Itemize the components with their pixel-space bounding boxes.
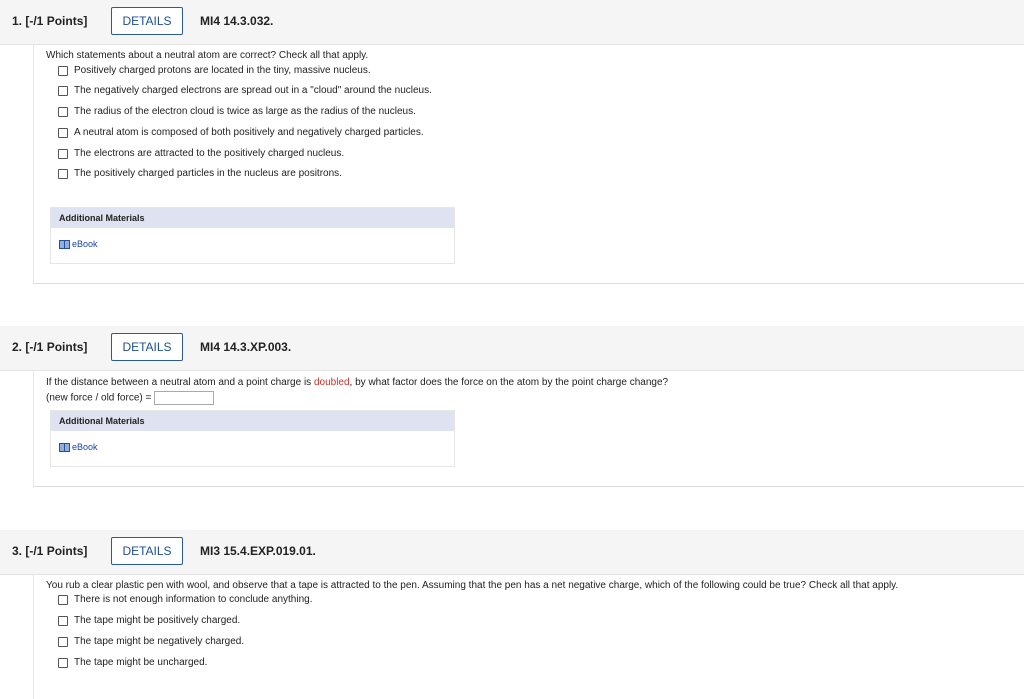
answer-input[interactable] (154, 391, 215, 405)
question-3-option-1[interactable]: There is not enough information to concl… (58, 594, 313, 605)
question-1-option-4[interactable]: A neutral atom is composed of both posit… (58, 127, 424, 138)
question-3-option-4[interactable]: The tape might be uncharged. (58, 657, 207, 668)
checkbox[interactable] (58, 65, 68, 76)
question-3-option-2[interactable]: The tape might be positively charged. (58, 615, 240, 626)
question-1-header: 1. [-/1 Points] DETAILS MI4 14.3.032. (0, 0, 1024, 45)
question-3-header: 3. [-/1 Points] DETAILS MI3 15.4.EXP.019… (0, 530, 1024, 575)
book-icon (59, 239, 70, 249)
question-2-body: If the distance between a neutral atom a… (33, 370, 1024, 487)
checkbox[interactable] (58, 148, 68, 159)
checkbox[interactable] (58, 594, 68, 605)
question-3-option-3[interactable]: The tape might be negatively charged. (58, 636, 244, 647)
checkbox[interactable] (58, 636, 68, 647)
checkbox[interactable] (58, 168, 68, 179)
ebook-link[interactable]: eBook (59, 442, 98, 452)
question-1-option-3[interactable]: The radius of the electron cloud is twic… (58, 106, 416, 117)
checkbox[interactable] (58, 657, 68, 668)
question-2-header: 2. [-/1 Points] DETAILS MI4 14.3.XP.003. (0, 326, 1024, 371)
answer-label: (new force / old force) = (46, 392, 152, 404)
ebook-link[interactable]: eBook (59, 239, 98, 249)
question-2-prompt: If the distance between a neutral atom a… (46, 377, 669, 388)
question-1-option-6[interactable]: The positively charged particles in the … (58, 168, 342, 179)
question-3-details-button[interactable]: DETAILS (111, 537, 183, 565)
materials-title: Additional Materials (51, 411, 454, 431)
question-1-prompt: Which statements about a neutral atom ar… (46, 50, 369, 61)
question-3-prompt: You rub a clear plastic pen with wool, a… (46, 580, 899, 591)
question-2-code: MI4 14.3.XP.003. (200, 340, 292, 354)
checkbox[interactable] (58, 106, 68, 117)
question-3-body: You rub a clear plastic pen with wool, a… (33, 574, 1024, 699)
checkbox[interactable] (58, 85, 68, 96)
question-2-additional-materials: Additional Materials eBook (50, 410, 455, 467)
question-3-points: 3. [-/1 Points] (12, 544, 88, 558)
book-icon (59, 442, 70, 452)
question-1-details-button[interactable]: DETAILS (111, 7, 183, 35)
checkbox[interactable] (58, 127, 68, 138)
question-2-answer-row: (new force / old force) = (46, 391, 215, 405)
question-2-points: 2. [-/1 Points] (12, 340, 88, 354)
question-1-code: MI4 14.3.032. (200, 14, 274, 28)
checkbox[interactable] (58, 615, 68, 626)
question-1-option-1[interactable]: Positively charged protons are located i… (58, 65, 371, 76)
question-2-details-button[interactable]: DETAILS (111, 333, 183, 361)
question-1-option-2[interactable]: The negatively charged electrons are spr… (58, 85, 432, 96)
question-1-additional-materials: Additional Materials eBook (50, 207, 455, 264)
materials-title: Additional Materials (51, 208, 454, 228)
question-3-code: MI3 15.4.EXP.019.01. (200, 544, 316, 558)
question-1-points: 1. [-/1 Points] (12, 14, 88, 28)
question-1-body: Which statements about a neutral atom ar… (33, 44, 1024, 284)
question-1-option-5[interactable]: The electrons are attracted to the posit… (58, 148, 344, 159)
highlighted-word: doubled (313, 377, 350, 388)
